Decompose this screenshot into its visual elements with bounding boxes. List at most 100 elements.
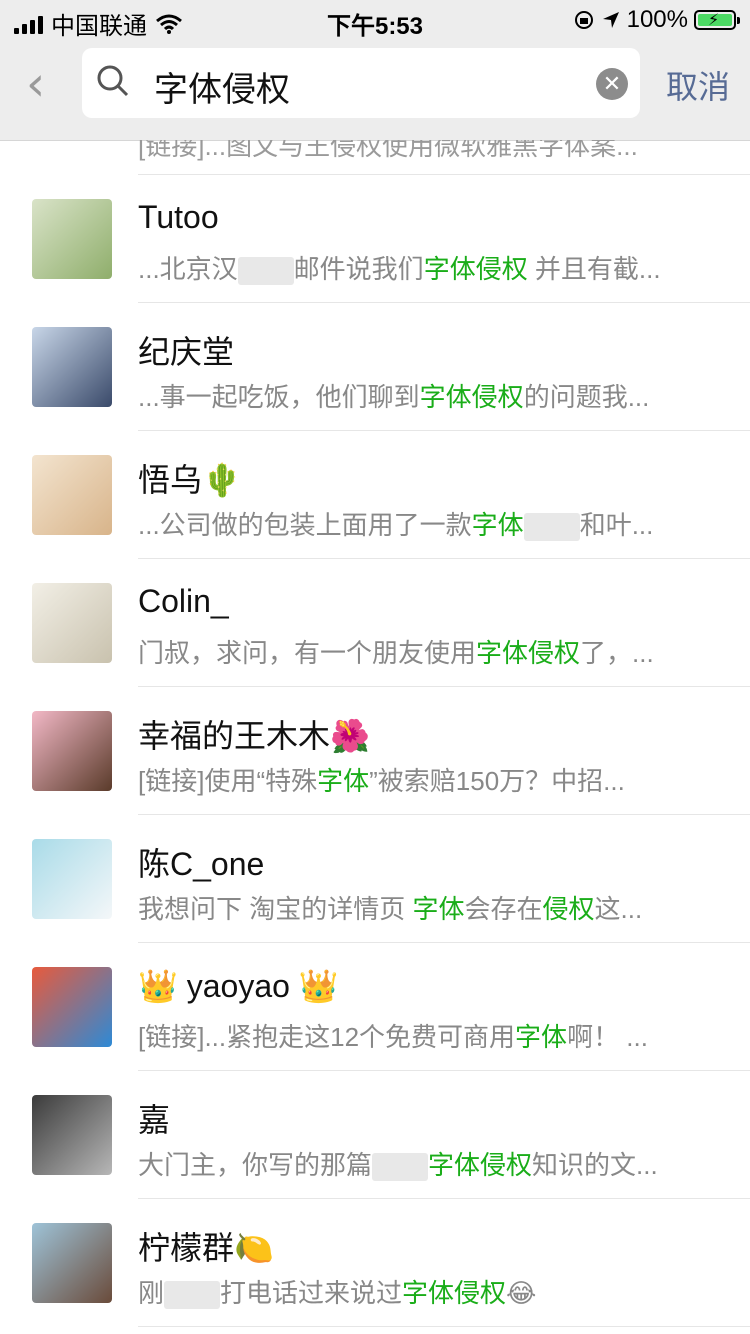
highlight-text: 字体 bbox=[317, 766, 370, 796]
contact-name-text: 幸福的王木木 bbox=[138, 718, 331, 754]
result-row[interactable]: 幸福的王木木🌺 [链接]使用“特殊字体”被索赔150万？中招... bbox=[0, 687, 750, 815]
snippet-text: 啊！ ... bbox=[567, 1022, 648, 1052]
snippet-text: 了，... bbox=[580, 638, 654, 668]
snippet-text: 打电话过来说过 bbox=[220, 1278, 403, 1308]
avatar bbox=[32, 455, 112, 535]
redacted-text bbox=[372, 1153, 429, 1182]
result-row[interactable]: 悟乌🌵 ...公司做的包装上面用了一款字体 和叶... bbox=[0, 431, 750, 559]
avatar bbox=[32, 1095, 112, 1175]
snippet-text: ...北京汉 bbox=[138, 254, 238, 284]
contact-name: 陈C_one bbox=[138, 839, 264, 885]
status-right: 100% ⚡ bbox=[573, 6, 740, 34]
message-snippet: 大门主，你写的那篇 字体侵权知识的文... bbox=[138, 1145, 658, 1182]
snippet-text: [链接]...紧抱走这12个免费可商用 bbox=[138, 1022, 516, 1052]
avatar bbox=[32, 967, 112, 1047]
snippet-text: 刚 bbox=[138, 1278, 165, 1308]
emoji-icon: 🌺 bbox=[330, 718, 370, 754]
partial-snippet: [链接]...图文与王侵权使用微软雅黑字体案... bbox=[138, 140, 638, 161]
contact-name: 幸福的王木木🌺 bbox=[138, 711, 370, 757]
emoji-icon: 🌵 bbox=[202, 462, 242, 498]
emoji-icon: 🍋 bbox=[234, 1230, 274, 1266]
contact-name-text: yaoyao bbox=[186, 968, 290, 1004]
snippet-text: 邮件说我们 bbox=[293, 254, 424, 284]
highlight-text: 字体侵权 bbox=[476, 638, 581, 668]
snippet-text: 知识的文... bbox=[532, 1150, 658, 1180]
avatar bbox=[32, 839, 112, 919]
contact-name-text: Colin_ bbox=[138, 583, 229, 619]
avatar bbox=[32, 583, 112, 663]
contact-name: 纪庆堂 bbox=[138, 327, 234, 373]
contact-name: 👑 yaoyao 👑 bbox=[138, 967, 339, 1005]
snippet-text: 我想问下 淘宝的详情页 bbox=[138, 894, 413, 924]
search-query: 字体侵权 bbox=[154, 71, 290, 109]
contact-name: 柠檬群🍋 bbox=[138, 1223, 274, 1269]
clear-icon[interactable]: ✕ bbox=[596, 68, 628, 100]
contact-name-text: 柠檬群 bbox=[138, 1230, 235, 1266]
contact-name-text: 嘉 bbox=[138, 1102, 171, 1138]
message-snippet: [链接]使用“特殊字体”被索赔150万？中招... bbox=[138, 761, 625, 798]
message-snippet: [链接]...紧抱走这12个免费可商用字体啊！ ... bbox=[138, 1017, 648, 1054]
highlight-text: 字体侵权 bbox=[428, 1150, 533, 1180]
snippet-text: 😂 bbox=[506, 1278, 537, 1308]
snippet-text: 并且有截... bbox=[527, 254, 661, 284]
snippet-text: ...公司做的包装上面用了一款 bbox=[138, 510, 472, 540]
contact-name: 悟乌🌵 bbox=[138, 455, 242, 501]
redacted-text bbox=[523, 513, 580, 542]
snippet-text: 这... bbox=[594, 894, 643, 924]
snippet-text: ...事一起吃饭，他们聊到 bbox=[138, 382, 420, 412]
search-icon bbox=[97, 65, 129, 97]
battery-icon: ⚡ bbox=[694, 10, 740, 30]
highlight-text: 字体 bbox=[471, 510, 524, 540]
highlight-text: 字体 bbox=[412, 894, 465, 924]
search-input[interactable]: 字体侵权 ✕ bbox=[82, 48, 640, 118]
result-row[interactable]: Colin_ 门叔，求问，有一个朋友使用字体侵权了，... bbox=[0, 559, 750, 687]
cancel-button[interactable]: 取消 bbox=[666, 62, 730, 108]
snippet-text: ”被索赔150万？中招... bbox=[369, 766, 625, 796]
crown-icon: 👑 bbox=[298, 968, 339, 1004]
contact-name: Colin_ bbox=[138, 583, 229, 620]
status-bar: 中国联通 下午5:53 100% ⚡ bbox=[0, 0, 750, 40]
redacted-text bbox=[164, 1281, 221, 1310]
partial-result-row[interactable]: [链接]...图文与王侵权使用微软雅黑字体案... bbox=[138, 140, 750, 175]
snippet-text: 门叔，求问，有一个朋友使用 bbox=[138, 638, 477, 668]
contact-name-text: Tutoo bbox=[138, 199, 219, 235]
redacted-text bbox=[237, 257, 294, 286]
avatar bbox=[32, 199, 112, 279]
crown-icon: 👑 bbox=[138, 968, 178, 1004]
highlight-text: 字体 bbox=[515, 1022, 568, 1052]
result-row[interactable]: 嘉大门主，你写的那篇 字体侵权知识的文... bbox=[0, 1071, 750, 1199]
highlight-text: 字体侵权 bbox=[423, 254, 528, 284]
message-snippet: 刚 打电话过来说过字体侵权😂 bbox=[138, 1273, 536, 1310]
result-row[interactable]: 柠檬群🍋 刚 打电话过来说过字体侵权😂 bbox=[0, 1199, 750, 1327]
snippet-text: [链接]使用“特殊 bbox=[138, 766, 318, 796]
location-icon bbox=[602, 12, 619, 28]
message-snippet: ...公司做的包装上面用了一款字体 和叶... bbox=[138, 505, 653, 542]
snippet-text: 大门主，你写的那篇 bbox=[138, 1150, 373, 1180]
contact-name-text: 陈C_one bbox=[138, 846, 265, 882]
result-row[interactable]: Tutoo ...北京汉 邮件说我们字体侵权 并且有截... bbox=[0, 175, 750, 303]
avatar bbox=[32, 1223, 112, 1303]
result-row[interactable]: 陈C_one 我想问下 淘宝的详情页 字体会存在侵权这... bbox=[0, 815, 750, 943]
search-header: ‹ 字体侵权 ✕ 取消 bbox=[0, 40, 750, 141]
highlight-text: 侵权 bbox=[542, 894, 595, 924]
snippet-text: 会存在 bbox=[464, 894, 543, 924]
avatar bbox=[32, 711, 112, 791]
contact-name-text: 纪庆堂 bbox=[138, 334, 235, 370]
avatar bbox=[32, 327, 112, 407]
contact-name: Tutoo bbox=[138, 199, 219, 236]
message-snippet: ...事一起吃饭，他们聊到字体侵权的问题我... bbox=[138, 377, 649, 414]
contact-name-text: 悟乌 bbox=[138, 462, 203, 498]
message-snippet: 门叔，求问，有一个朋友使用字体侵权了，... bbox=[138, 633, 654, 670]
highlight-text: 字体侵权 bbox=[419, 382, 524, 412]
highlight-text: 字体侵权 bbox=[402, 1278, 507, 1308]
battery-percent: 100% bbox=[626, 6, 688, 33]
search-results-list: [链接]...图文与王侵权使用微软雅黑字体案... Tutoo ...北京汉 邮件说… bbox=[0, 140, 750, 1327]
result-row[interactable]: 👑 yaoyao 👑 [链接]...紧抱走这12个免费可商用字体啊！ ... bbox=[0, 943, 750, 1071]
snippet-text: 的问题我... bbox=[523, 382, 650, 412]
snippet-text: 和叶... bbox=[579, 510, 654, 540]
result-row[interactable]: 纪庆堂 ...事一起吃饭，他们聊到字体侵权的问题我... bbox=[0, 303, 750, 431]
contact-name: 嘉 bbox=[138, 1095, 170, 1141]
back-chevron-icon[interactable]: ‹ bbox=[26, 60, 45, 108]
message-snippet: 我想问下 淘宝的详情页 字体会存在侵权这... bbox=[138, 889, 642, 926]
rotation-lock-icon bbox=[574, 11, 593, 29]
